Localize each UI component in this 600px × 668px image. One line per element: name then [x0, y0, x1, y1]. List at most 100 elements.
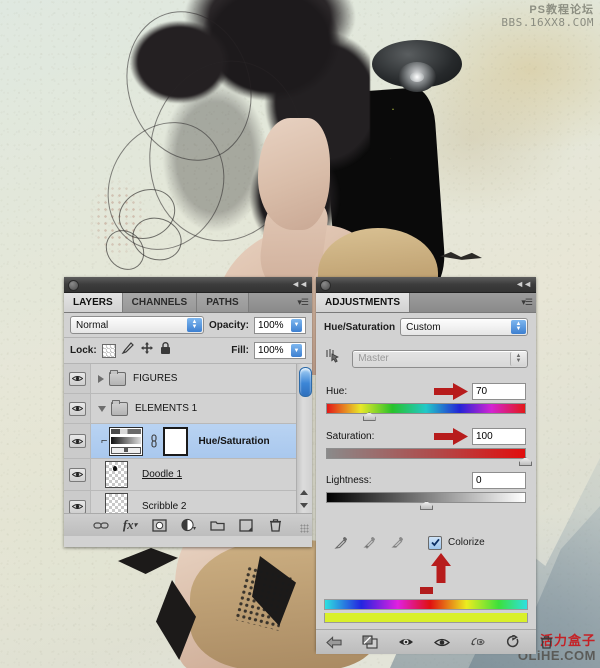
link-mask-icon[interactable]: [149, 433, 158, 449]
red-pointer-arrow-saturation: [434, 428, 468, 446]
colorize-checkbox[interactable]: [428, 535, 442, 550]
adjustment-layer-thumbnail[interactable]: [109, 426, 144, 456]
eyedropper-add-icon[interactable]: [362, 535, 377, 550]
layer-name[interactable]: Hue/Saturation: [198, 436, 269, 447]
layer-thumbnail[interactable]: [105, 461, 128, 488]
panel-menu-icon[interactable]: ▾☰: [297, 297, 309, 308]
tab-adjustments[interactable]: ADJUSTMENTS: [316, 293, 411, 312]
eye-icon[interactable]: [68, 434, 86, 448]
new-layer-icon[interactable]: [238, 518, 254, 533]
lightness-slider-row: Lightness: 0: [316, 459, 536, 510]
saturation-label: Saturation:: [326, 430, 375, 442]
adjustments-footer-toolbar[interactable]: [316, 629, 552, 654]
delete-layer-icon[interactable]: [267, 518, 283, 533]
layers-footer-toolbar[interactable]: fx ▾ ▾: [64, 513, 312, 536]
panel-close-dot-icon[interactable]: [68, 280, 79, 291]
hue-input[interactable]: 70: [472, 382, 526, 400]
add-mask-icon[interactable]: [151, 518, 167, 533]
return-to-list-icon[interactable]: [326, 635, 342, 650]
channel-select[interactable]: Master ▲ ▼: [352, 349, 528, 368]
preset-select[interactable]: Custom ▲ ▼: [400, 318, 528, 336]
eye-icon[interactable]: [68, 499, 86, 513]
reset-icon[interactable]: [506, 635, 520, 650]
clip-to-layer-icon[interactable]: [362, 635, 378, 650]
tab-paths[interactable]: PATHS: [197, 293, 249, 312]
layer-style-fx-icon[interactable]: fx ▾: [122, 517, 138, 533]
table-row[interactable]: FIGURES: [64, 364, 312, 394]
table-row[interactable]: Doodle 1: [64, 459, 312, 491]
layers-scrollbar[interactable]: [296, 364, 312, 513]
layer-visibility-toggle[interactable]: [64, 424, 91, 458]
panel-menu-icon[interactable]: ▾☰: [521, 297, 533, 308]
spectrum-range-marker[interactable]: [419, 587, 433, 594]
targeted-adjustment-icon[interactable]: [324, 347, 343, 370]
layers-panel-tabs[interactable]: LAYERS CHANNELS PATHS ▾☰: [64, 293, 312, 313]
resize-grip[interactable]: [300, 524, 309, 533]
saturation-slider-track[interactable]: [326, 448, 532, 466]
table-row[interactable]: ELEMENTS 1: [64, 394, 312, 424]
new-fill-adjustment-icon[interactable]: ▾: [180, 518, 196, 533]
layer-name[interactable]: FIGURES: [133, 373, 177, 384]
lightness-input[interactable]: 0: [472, 472, 526, 489]
eye-icon[interactable]: [68, 371, 86, 386]
layer-visibility-toggle[interactable]: [64, 459, 91, 490]
chevron-right-icon[interactable]: [98, 374, 104, 383]
tab-layers[interactable]: LAYERS: [64, 293, 123, 312]
saturation-input[interactable]: 100: [472, 427, 526, 445]
hue-spectrum-bar: [324, 587, 528, 610]
adjustments-panel-titlebar[interactable]: ◄◄: [316, 277, 536, 293]
preview-eye-icon[interactable]: [434, 635, 450, 650]
adjustments-panel[interactable]: ◄◄ ADJUSTMENTS ▾☰ Hue/Saturation Custom …: [316, 277, 552, 654]
lightness-slider-header: Lightness: 0: [326, 472, 526, 489]
fill-input[interactable]: 100% ▼: [254, 342, 306, 359]
scroll-down-arrow-icon[interactable]: [300, 503, 308, 508]
layer-name[interactable]: ELEMENTS 1: [135, 403, 197, 414]
saturation-slider-row: Saturation: 100: [316, 414, 536, 466]
layers-panel[interactable]: ◄◄ LAYERS CHANNELS PATHS ▾☰ Normal ▲ ▼ Op…: [64, 277, 312, 547]
layer-name[interactable]: Scribble 2: [142, 501, 186, 512]
adjustments-panel-tabs[interactable]: ADJUSTMENTS ▾☰: [316, 293, 536, 313]
delete-icon[interactable]: [540, 635, 553, 650]
clipping-mask-arrow-icon: ⌐: [101, 435, 108, 447]
eye-icon[interactable]: [68, 401, 86, 416]
layers-panel-titlebar[interactable]: ◄◄: [64, 277, 312, 293]
chevron-down-icon[interactable]: ▼: [291, 318, 302, 332]
table-row-selected[interactable]: ⌐ Hue/Saturation: [64, 424, 312, 459]
opacity-input[interactable]: 100% ▼: [254, 316, 306, 334]
tab-channels[interactable]: CHANNELS: [122, 293, 198, 312]
layer-thumbnail[interactable]: [105, 493, 128, 513]
collapse-panel-icon[interactable]: ◄◄: [515, 279, 532, 289]
layer-mask-thumbnail[interactable]: [163, 426, 189, 456]
collapse-panel-icon[interactable]: ◄◄: [291, 279, 308, 289]
fill-value: 100%: [258, 345, 284, 356]
toggle-layer-visibility-eye-icon[interactable]: [398, 635, 414, 650]
lightness-slider-track[interactable]: [326, 492, 526, 510]
table-row[interactable]: Scribble 2: [64, 491, 312, 513]
hue-slider-track[interactable]: [326, 403, 526, 421]
lightness-slider-thumb[interactable]: [420, 501, 434, 510]
eyedropper-subtract-icon[interactable]: [390, 535, 405, 550]
fill-label: Fill:: [231, 345, 249, 356]
eye-icon[interactable]: [68, 467, 86, 482]
layer-visibility-toggle[interactable]: [64, 491, 91, 513]
chevron-down-icon[interactable]: [98, 405, 106, 412]
scroll-up-arrow-icon[interactable]: [300, 490, 308, 495]
adjustments-body: Hue/Saturation Custom ▲ ▼ Master ▲ ▼ Hue:: [316, 313, 536, 629]
link-layers-icon[interactable]: [93, 518, 109, 533]
chevron-down-icon[interactable]: ▼: [291, 344, 302, 357]
tab-paths-label: PATHS: [206, 297, 239, 308]
scrollbar-thumb[interactable]: [299, 367, 312, 397]
layer-visibility-toggle[interactable]: [64, 394, 91, 423]
new-group-icon[interactable]: [209, 518, 225, 533]
layer-list[interactable]: FIGURES ELEMENTS 1 ⌐ Hue/Saturation Dood…: [64, 364, 312, 513]
eyedropper-icon[interactable]: [334, 535, 349, 550]
reset-previous-icon[interactable]: [470, 635, 486, 650]
panel-close-dot-icon[interactable]: [320, 280, 331, 291]
layer-name[interactable]: Doodle 1: [142, 469, 182, 480]
blend-mode-select[interactable]: Normal ▲ ▼: [70, 316, 204, 334]
layer-visibility-toggle[interactable]: [64, 364, 91, 393]
lock-transparency-icon[interactable]: [101, 343, 116, 358]
lock-move-icon[interactable]: [140, 341, 154, 360]
lock-all-icon[interactable]: [159, 341, 172, 360]
lock-paint-icon[interactable]: [121, 341, 135, 360]
